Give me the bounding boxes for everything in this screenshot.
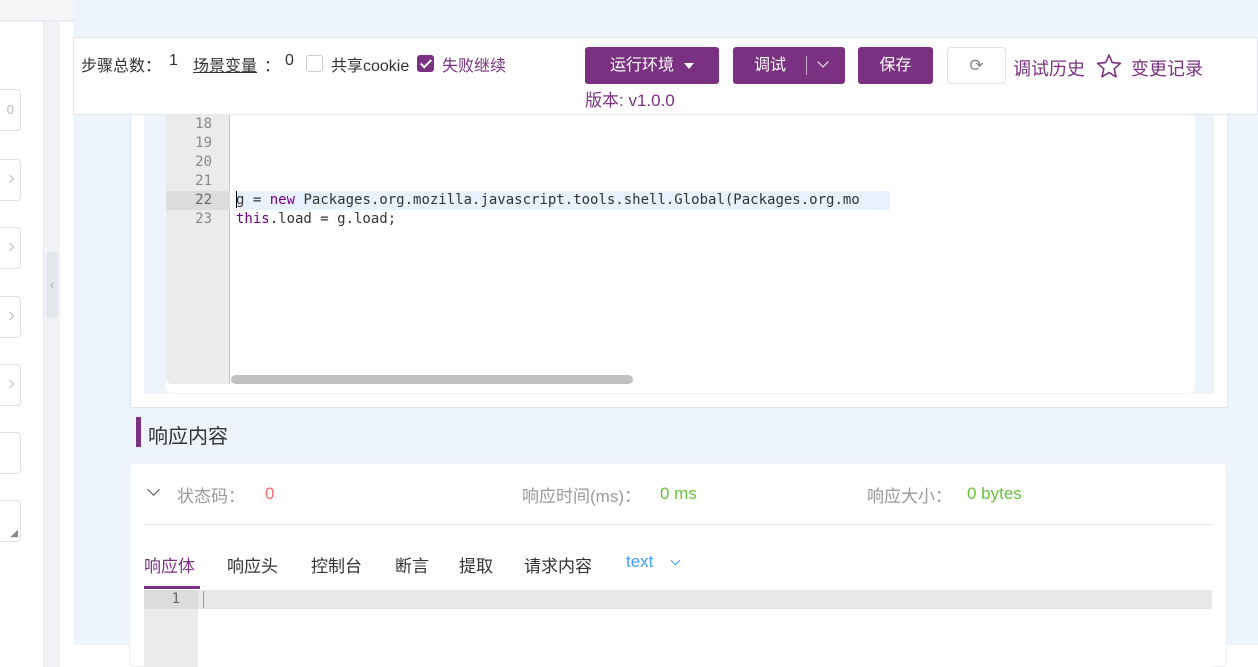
split-divider [806, 56, 807, 75]
debug-history-link[interactable]: 调试历史 [1013, 55, 1085, 81]
continue-on-fail-checkbox[interactable] [417, 55, 434, 72]
tab-extract[interactable]: 提取 [459, 552, 493, 577]
section-accent-bar [136, 417, 141, 447]
scene-variables-value: 0 [285, 52, 294, 69]
response-active-line[interactable] [198, 590, 1212, 609]
text-cursor [203, 591, 204, 608]
chevron-left-icon: ‹ [50, 278, 54, 292]
response-divider [144, 524, 1213, 525]
line-number: 21 [195, 173, 212, 189]
code-text: .load = g.load; [269, 211, 397, 227]
refresh-icon: ⟳ [969, 56, 984, 75]
response-time-value: 0 ms [660, 484, 697, 503]
tab-assertions[interactable]: 断言 [395, 552, 429, 577]
tab-request-content[interactable]: 请求内容 [524, 552, 592, 577]
version-label: 版本: v1.0.0 [585, 91, 675, 110]
share-cookie-checkbox[interactable] [306, 55, 323, 72]
caret-down-icon [684, 62, 694, 69]
left-input-field[interactable] [0, 432, 21, 474]
debug-split-button: 调试 [733, 47, 845, 84]
response-size-value: 0 bytes [967, 484, 1022, 503]
debug-button[interactable]: 调试 [754, 47, 786, 84]
line-number-active: 1 [144, 590, 198, 609]
status-code-label: 状态码： [177, 487, 245, 506]
left-select-field[interactable] [0, 159, 21, 201]
save-button[interactable]: 保存 [858, 47, 933, 84]
tab-response-body[interactable]: 响应体 [144, 552, 195, 577]
text-cursor [236, 191, 237, 208]
scene-variables-separator: ： [264, 58, 281, 75]
share-cookie-label[interactable]: 共享cookie [331, 52, 409, 76]
change-log-link[interactable]: 变更记录 [1131, 55, 1203, 81]
horizontal-scrollbar[interactable] [231, 375, 633, 384]
tab-console[interactable]: 控制台 [311, 552, 362, 577]
run-environment-button[interactable]: 运行环境 [585, 47, 719, 84]
chevron-down-icon[interactable] [817, 56, 829, 68]
line-number: 19 [195, 135, 212, 151]
collapse-panel-handle[interactable]: ‹ [46, 252, 58, 318]
line-number: 18 [195, 116, 212, 132]
code-text: Packages.org.mozilla.javascript.tools.sh… [295, 192, 860, 208]
step-count-value: 1 [169, 52, 178, 69]
refresh-button[interactable]: ⟳ [947, 47, 1006, 84]
left-select-field[interactable] [0, 296, 21, 338]
code-line[interactable]: this.load = g.load; [236, 210, 396, 229]
format-select[interactable]: text [626, 552, 653, 572]
left-textarea-field[interactable]: ◢ [0, 500, 21, 542]
left-input-field[interactable]: 0 [0, 89, 21, 131]
line-number: 23 [195, 211, 212, 227]
run-environment-label: 运行环境 [609, 57, 674, 74]
scene-variables-link[interactable]: 场景变量 [193, 52, 257, 76]
response-section-title: 响应内容 [148, 426, 228, 448]
response-time-label: 响应时间(ms)： [522, 487, 641, 506]
code-text: g = [236, 192, 270, 208]
line-number-active: 22 [166, 191, 230, 210]
code-line[interactable]: g = new Packages.org.mozilla.javascript.… [236, 191, 890, 210]
star-icon[interactable] [1096, 53, 1122, 79]
code-keyword: this [236, 211, 270, 227]
response-size-label: 响应大小： [867, 487, 952, 506]
line-number: 20 [195, 154, 212, 170]
code-editor[interactable] [166, 110, 1195, 393]
left-select-field[interactable] [0, 364, 21, 406]
left-select-field[interactable] [0, 227, 21, 269]
scenario-toolbar: 步骤总数： 1 场景变量 ： 0 共享cookie 失败继续 运行环境 调试 保… [73, 37, 1258, 115]
code-keyword: new [269, 192, 296, 208]
status-code-value: 0 [265, 484, 275, 503]
resize-grip-icon[interactable]: ◢ [10, 529, 18, 539]
tab-response-headers[interactable]: 响应头 [227, 552, 278, 577]
step-count-label: 步骤总数： [81, 58, 162, 75]
active-tab-indicator [144, 586, 200, 589]
continue-on-fail-label[interactable]: 失败继续 [442, 52, 506, 76]
